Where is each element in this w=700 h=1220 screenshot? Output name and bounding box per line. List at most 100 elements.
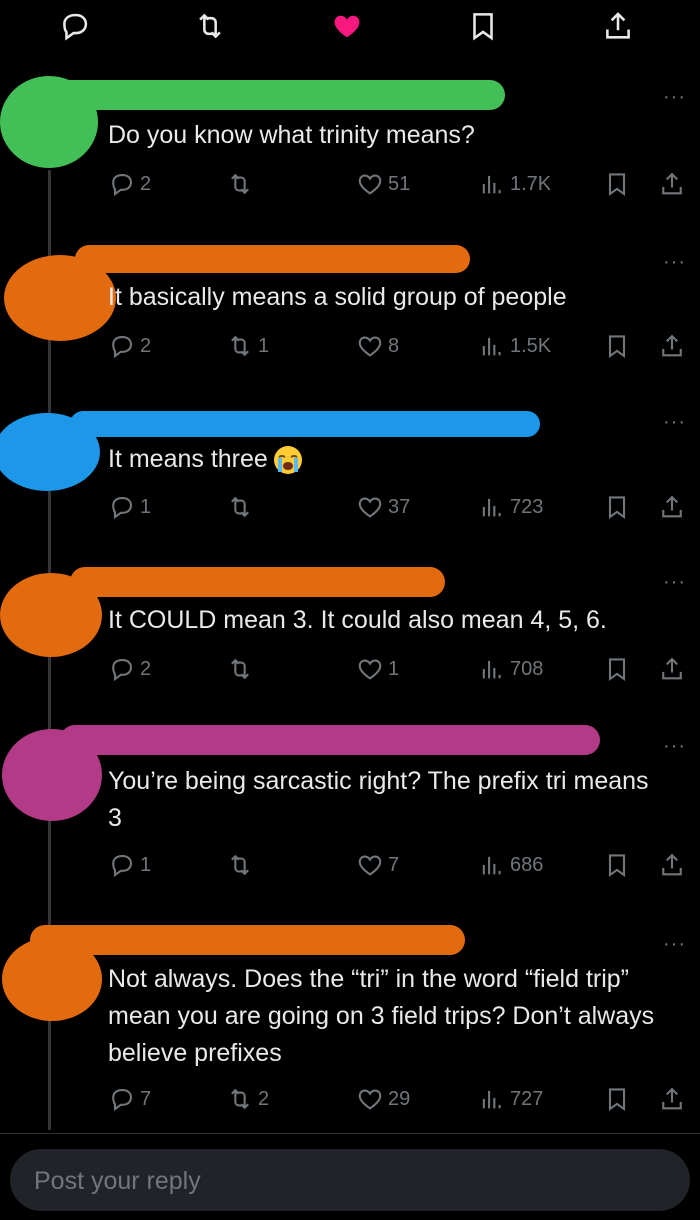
reply-text: It COULD mean 3. It could also mean 4, 5… <box>108 606 607 634</box>
repost-icon <box>226 332 254 360</box>
reply-button[interactable]: 7 <box>108 1085 151 1113</box>
redacted-avatar <box>2 729 102 821</box>
views-icon <box>478 170 506 198</box>
loudly-crying-face-emoji <box>273 446 302 475</box>
repost-button[interactable]: 2 <box>226 1085 269 1113</box>
heart-icon <box>356 493 384 521</box>
share-icon <box>658 1085 686 1113</box>
reply-text: Not always. Does the “tri” in the word “… <box>108 965 655 1067</box>
more-options-icon[interactable]: ··· <box>663 412 686 432</box>
more-options-icon[interactable]: ··· <box>663 572 686 592</box>
more-options-icon[interactable]: ··· <box>663 87 686 107</box>
like-button[interactable]: 37 <box>356 493 410 521</box>
reply-text: Do you know what trinity means? <box>108 121 475 149</box>
action-count: 7 <box>388 853 400 876</box>
redacted-avatar <box>0 413 100 491</box>
share-button[interactable] <box>658 493 690 521</box>
reply-icon[interactable] <box>55 6 95 46</box>
heart-icon <box>356 655 384 683</box>
bookmark-icon <box>603 1085 631 1113</box>
more-options-icon[interactable]: ··· <box>663 934 686 954</box>
reply-text: It basically means a solid group of peop… <box>108 283 567 311</box>
views-button[interactable]: 1.5K <box>478 332 551 360</box>
repost-icon <box>226 851 254 879</box>
like-button[interactable]: 1 <box>356 655 399 683</box>
reply-button[interactable]: 2 <box>108 332 151 360</box>
views-button[interactable]: 723 <box>478 493 543 521</box>
action-count: 1.7K <box>510 172 552 195</box>
repost-button[interactable] <box>226 655 258 683</box>
reply-item[interactable]: ··· You’re being sarcastic right? The pr… <box>0 715 700 910</box>
like-filled-icon[interactable] <box>327 6 367 46</box>
views-icon <box>478 493 506 521</box>
more-options-icon[interactable]: ··· <box>663 736 686 756</box>
bookmark-button[interactable] <box>603 170 635 198</box>
redacted-avatar <box>0 573 102 657</box>
reply-box[interactable] <box>10 1149 690 1213</box>
action-count: 1 <box>258 334 270 357</box>
views-button[interactable]: 1.7K <box>478 170 551 198</box>
repost-button[interactable] <box>226 851 258 879</box>
reply-item[interactable]: ··· It basically means a solid group of … <box>0 225 700 390</box>
reply-item[interactable]: ··· It means three 1 37 723 <box>0 395 700 550</box>
views-button[interactable]: 727 <box>478 1085 543 1113</box>
share-icon[interactable] <box>598 6 638 46</box>
reply-icon <box>108 655 136 683</box>
heart-icon <box>356 332 384 360</box>
views-button[interactable]: 708 <box>478 655 543 683</box>
reply-icon <box>108 851 136 879</box>
reply-actions: 1 37 723 <box>108 493 688 523</box>
bookmark-icon <box>603 851 631 879</box>
like-button[interactable]: 7 <box>356 851 399 879</box>
repost-button[interactable]: 1 <box>226 332 269 360</box>
share-button[interactable] <box>658 851 690 879</box>
share-button[interactable] <box>658 170 690 198</box>
like-button[interactable]: 51 <box>356 170 410 198</box>
reply-text: It means three <box>108 441 668 478</box>
share-button[interactable] <box>658 1085 690 1113</box>
action-count: 2 <box>140 657 152 680</box>
reply-actions: 2 1 708 <box>108 655 688 685</box>
like-button[interactable]: 29 <box>356 1085 410 1113</box>
reply-actions: 2 1 8 1.5K <box>108 332 688 362</box>
reply-item[interactable]: ··· It COULD mean 3. It could also mean … <box>0 555 700 715</box>
action-count: 1 <box>388 657 400 680</box>
reply-item[interactable]: ··· Do you know what trinity means? 2 51… <box>0 60 700 220</box>
action-count: 1 <box>140 495 152 518</box>
share-button[interactable] <box>658 332 690 360</box>
reply-button[interactable]: 1 <box>108 493 151 521</box>
bookmark-icon <box>603 493 631 521</box>
reply-button[interactable]: 1 <box>108 851 151 879</box>
redaction-scribble <box>30 925 465 955</box>
bookmark-button[interactable] <box>603 332 635 360</box>
bookmark-button[interactable] <box>603 655 635 683</box>
repost-icon[interactable] <box>190 6 230 46</box>
views-button[interactable]: 686 <box>478 851 543 879</box>
repost-button[interactable] <box>226 170 258 198</box>
share-button[interactable] <box>658 655 690 683</box>
more-options-icon[interactable]: ··· <box>663 252 686 272</box>
reply-actions: 1 7 686 <box>108 851 688 881</box>
bookmark-button[interactable] <box>603 1085 635 1113</box>
views-icon <box>478 851 506 879</box>
redaction-scribble <box>75 245 470 273</box>
reply-input[interactable] <box>32 1149 656 1213</box>
bookmark-icon[interactable] <box>463 6 503 46</box>
bookmark-button[interactable] <box>603 851 635 879</box>
reply-button[interactable]: 2 <box>108 655 151 683</box>
reply-button[interactable]: 2 <box>108 170 151 198</box>
heart-icon <box>356 170 384 198</box>
repost-icon <box>226 1085 254 1113</box>
action-count: 37 <box>388 495 411 518</box>
bookmark-button[interactable] <box>603 493 635 521</box>
action-count: 723 <box>510 495 544 518</box>
share-icon <box>658 493 686 521</box>
repost-button[interactable] <box>226 493 258 521</box>
like-button[interactable]: 8 <box>356 332 399 360</box>
share-icon <box>658 332 686 360</box>
reply-actions: 7 2 29 727 <box>108 1085 688 1115</box>
reply-icon <box>108 493 136 521</box>
repost-icon <box>226 170 254 198</box>
reply-actions: 2 51 1.7K <box>108 170 688 200</box>
reply-item[interactable]: ··· Not always. Does the “tri” in the wo… <box>0 915 700 1130</box>
